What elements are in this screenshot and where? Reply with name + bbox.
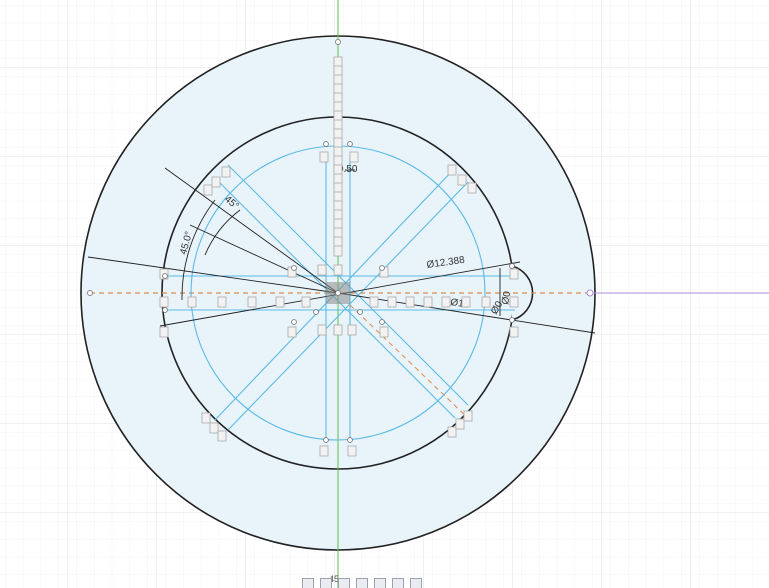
fit-icon[interactable] [356,578,368,588]
constraint-glyph [317,324,327,336]
sketch-point[interactable] [379,265,385,271]
constraint-glyph [211,176,221,188]
constraint-glyph [333,324,343,336]
constraint-glyph [481,296,491,308]
sketch-point[interactable] [323,437,329,443]
constraint-glyph [333,155,343,167]
constraint-glyph [187,296,197,308]
constraint-glyph [467,182,477,194]
constraint-glyph [333,182,343,194]
orbit-icon[interactable] [320,578,332,588]
sketch-point[interactable] [347,141,353,147]
constraint-glyph [333,191,343,203]
constraint-glyph [287,326,297,338]
constraint-glyph [333,101,343,113]
sketch-point[interactable] [162,273,168,279]
constraint-glyph [347,445,357,457]
viewport-icon[interactable] [410,578,422,588]
constraint-glyph [463,410,473,422]
constraint-glyph [455,418,465,430]
constraint-glyph [387,296,397,308]
constraint-glyph [333,245,343,257]
constraint-glyph [509,326,519,338]
constraint-glyph [247,296,257,308]
constraint-glyph [221,166,231,178]
constraint-glyph [333,218,343,230]
constraint-glyph [159,326,169,338]
constraint-glyph [333,200,343,212]
constraint-glyph [333,164,343,176]
constraint-glyph [217,430,227,442]
constraint-glyph [447,164,457,176]
sketch-point[interactable] [357,309,363,315]
constraint-glyph [333,119,343,131]
sketch-point[interactable] [162,307,168,313]
display-icon[interactable] [374,578,386,588]
sketch-point[interactable] [335,290,341,296]
left-point[interactable] [87,290,93,296]
top-point[interactable] [335,39,341,45]
pan-icon[interactable] [302,578,314,588]
constraint-glyph [457,174,467,186]
constraint-glyph [333,92,343,104]
constraint-glyph [301,296,311,308]
reference-point[interactable] [586,289,594,297]
sketch-point[interactable] [323,141,329,147]
constraint-glyph [405,296,415,308]
zoom-icon[interactable] [338,578,350,588]
constraint-glyph [201,412,211,424]
viewport-toolbar [296,578,470,588]
sketch-point[interactable] [291,265,297,271]
constraint-glyph [319,151,329,163]
constraint-glyph [333,83,343,95]
constraint-glyph [217,296,227,308]
sketch-point[interactable] [509,263,515,269]
constraint-glyph [333,173,343,185]
constraint-glyph [209,422,219,434]
constraint-glyph [347,324,357,336]
constraint-glyph [333,137,343,149]
constraint-glyph [333,74,343,86]
constraint-glyph [319,445,329,457]
constraint-glyph [447,426,457,438]
constraint-glyph [349,151,359,163]
constraint-glyph [369,296,379,308]
sketch-point[interactable] [379,319,385,325]
constraint-glyph [379,326,389,338]
constraint-glyph [423,296,433,308]
sketch-point[interactable] [291,319,297,325]
grid-icon[interactable] [392,578,404,588]
constraint-glyph [333,128,343,140]
constraint-glyph [333,236,343,248]
constraint-glyph [203,184,213,196]
sketch-point[interactable] [313,309,319,315]
constraint-glyph [333,146,343,158]
constraint-glyph [441,296,451,308]
constraint-glyph [333,110,343,122]
constraint-glyph [509,268,519,280]
constraint-glyph [275,296,285,308]
constraint-glyph [333,56,343,68]
constraint-glyph [317,264,327,276]
sketch-point[interactable] [509,317,515,323]
constraint-glyph [159,296,169,308]
constraint-glyph [333,65,343,77]
constraint-glyph [333,264,343,276]
sketch-canvas[interactable]: Ø12.388 Ø18 0.50 45.0° 45° Ø0 Ø0 45 [0,0,769,588]
constraint-glyph [333,227,343,239]
constraint-glyph [461,296,471,308]
constraint-glyph [509,296,519,308]
sketch-point[interactable] [347,437,353,443]
constraint-glyph [333,209,343,221]
